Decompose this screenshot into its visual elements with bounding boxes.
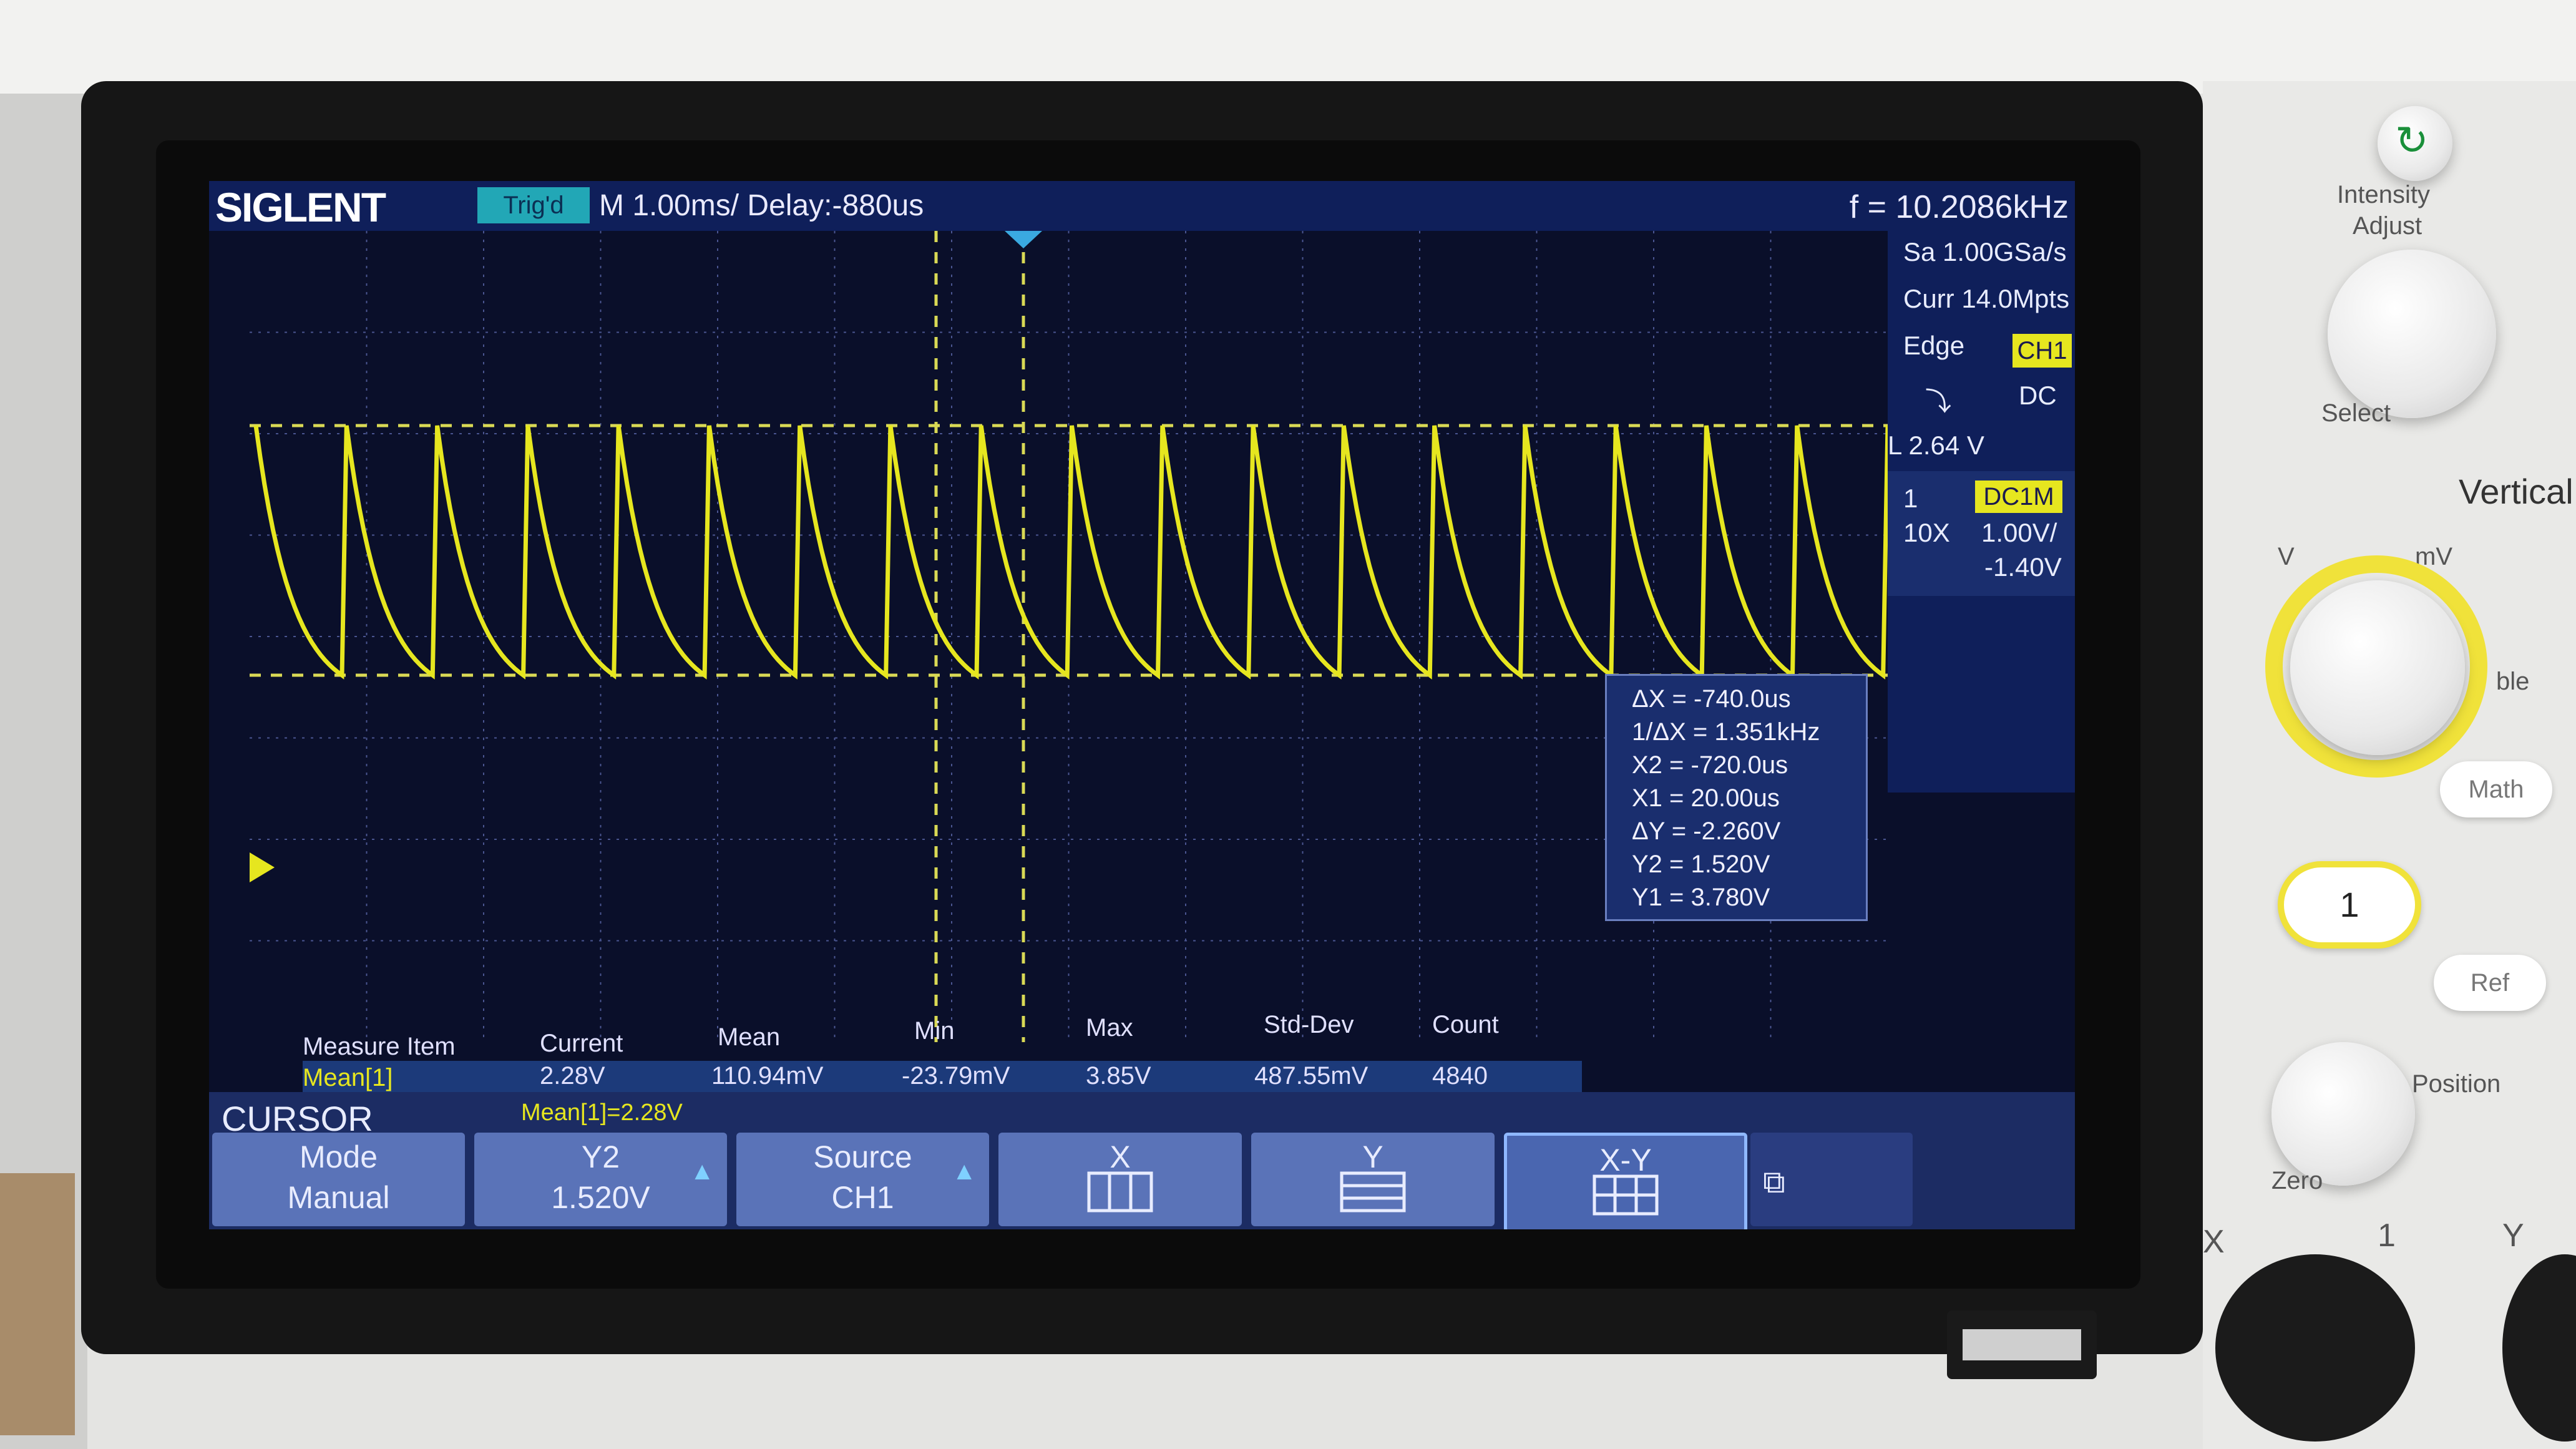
math-button-label: Math <box>2468 776 2524 803</box>
mode-value: Manual <box>287 1180 390 1215</box>
channel-offset: -1.40V <box>1984 552 2062 582</box>
mode-label: Mode <box>299 1139 378 1174</box>
usb-port[interactable] <box>1947 1310 2097 1379</box>
xy-cursor-icon <box>1593 1174 1659 1216</box>
mode-softkey[interactable]: Mode Manual <box>212 1133 465 1226</box>
vertical-position-knob[interactable] <box>2271 1042 2415 1186</box>
adjust-label: Adjust <box>2353 212 2422 240</box>
measure-item: Mean[1] <box>303 1064 393 1091</box>
network-softkey[interactable]: ⧉ <box>1750 1133 1913 1226</box>
ch1-input-label: 1 <box>2378 1217 2396 1254</box>
ch1-ground-marker[interactable] <box>250 852 275 882</box>
bench-background <box>0 0 2576 94</box>
ref-button[interactable]: Ref <box>2434 955 2546 1011</box>
cursor-x2: X2 = -720.0us <box>1632 751 1788 779</box>
position-label: Position <box>2412 1070 2501 1098</box>
cursor-delta-y: ΔY = -2.260V <box>1632 817 1781 845</box>
measure-header-count: Count <box>1432 1011 1499 1038</box>
cursor-readout-panel: ΔX = -740.0us 1/ΔX = 1.351kHz X2 = -720.… <box>1605 674 1868 921</box>
timebase-readout: M 1.00ms/ Delay:-880us <box>599 189 924 222</box>
measure-header-max: Max <box>1086 1014 1133 1042</box>
y-input-label: Y <box>2502 1217 2524 1254</box>
trigger-status-badge: Trig'd <box>477 187 590 223</box>
ref-button-label: Ref <box>2470 969 2510 997</box>
select-label: Select <box>2321 399 2391 427</box>
brand-logo: SIGLENT <box>215 184 386 230</box>
vertical-scale-knob[interactable] <box>2290 580 2465 755</box>
math-button[interactable]: Math <box>2440 761 2552 817</box>
ch1-button-label: 1 <box>2339 885 2359 924</box>
cursor-y2: Y2 = 1.520V <box>1632 851 1770 878</box>
y2-value: 1.520V <box>551 1180 650 1215</box>
intensity-adjust-knob[interactable]: ↻ <box>2378 106 2452 181</box>
x-cursor-icon <box>1087 1171 1153 1212</box>
bench-wood <box>0 1173 75 1435</box>
ch1-waveform-trace <box>253 425 1888 680</box>
volts-label: V <box>2278 543 2295 570</box>
measure-header-std-dev: Std-Dev <box>1264 1011 1354 1038</box>
intensity-label: Intensity <box>2337 181 2430 208</box>
measure-header-min: Min <box>914 1017 955 1045</box>
trigger-level: L 2.64 V <box>1888 431 1984 460</box>
falling-edge-icon: ⤵ <box>1925 387 1952 416</box>
trigger-coupling: DC <box>2019 381 2057 410</box>
scale-label: ble <box>2496 668 2530 695</box>
measure-header-item: Measure Item <box>303 1033 456 1060</box>
adjust-knob-icon: ▲ <box>690 1158 715 1185</box>
x-cursor-softkey[interactable]: X <box>998 1133 1242 1226</box>
refresh-icon: ↻ <box>2395 118 2429 163</box>
cursor-inverse-delta-x: 1/ΔX = 1.351kHz <box>1632 718 1820 746</box>
mean-tag: Mean[1]=2.28V <box>521 1100 683 1126</box>
usb-port-slot <box>1963 1329 2081 1360</box>
select-knob[interactable] <box>2328 250 2496 418</box>
source-value: CH1 <box>831 1180 894 1215</box>
ch1-bnc-connector[interactable] <box>2215 1254 2415 1442</box>
x-input-label: X <box>2203 1224 2225 1260</box>
cursor-delta-x: ΔX = -740.0us <box>1632 685 1791 713</box>
probe-attenuation: 10X <box>1903 518 1950 547</box>
trigger-position-marker[interactable] <box>1005 231 1042 248</box>
acquisition-sidebar: Sa 1.00GSa/s Curr 14.0Mpts Edge CH1 ⤵ DC… <box>1888 231 2075 793</box>
ch1-button[interactable]: 1 <box>2278 861 2421 949</box>
front-panel-controls: ↻ Intensity Adjust Select Vertical V mV … <box>2203 81 2576 1449</box>
network-icon: ⧉ <box>1763 1164 1785 1199</box>
source-softkey[interactable]: Source CH1 ▲ <box>736 1133 989 1226</box>
channel-number: 1 <box>1903 484 1918 513</box>
frequency-counter: f = 10.2086kHz <box>1849 189 2069 225</box>
oscilloscope-screen: SIGLENT Trig'd M 1.00ms/ Delay:-880us f … <box>209 181 2075 1229</box>
measure-current: 2.28V <box>540 1062 605 1090</box>
adjust-knob-icon: ▲ <box>952 1158 977 1185</box>
trigger-type: Edge <box>1903 331 1965 360</box>
sample-rate: Sa 1.00GSa/s <box>1903 237 2067 266</box>
volts-per-div: 1.00V/ <box>1981 518 2057 547</box>
measure-mean: 110.94mV <box>711 1062 824 1090</box>
zero-label: Zero <box>2271 1167 2323 1194</box>
y-cursor-softkey[interactable]: Y <box>1251 1133 1495 1226</box>
y-cursor-icon <box>1340 1171 1406 1212</box>
cursor-x1: X1 = 20.00us <box>1632 784 1780 812</box>
xy-cursor-softkey[interactable]: X-Y <box>1504 1133 1747 1229</box>
top-status-bar: SIGLENT Trig'd M 1.00ms/ Delay:-880us f … <box>209 181 2075 231</box>
measure-header-mean: Mean <box>718 1023 781 1051</box>
source-label: Source <box>813 1139 912 1174</box>
measure-header-current: Current <box>540 1030 623 1057</box>
memory-depth: Curr 14.0Mpts <box>1903 284 2070 313</box>
channel-coupling-badge: DC1M <box>1975 481 2062 513</box>
measurement-statistics: Measure Item Current Mean Min Max Std-De… <box>303 1011 1582 1092</box>
measure-std-dev: 487.55mV <box>1254 1062 1368 1090</box>
y2-label: Y2 <box>581 1139 620 1174</box>
vertical-section-label: Vertical <box>2459 472 2574 511</box>
cursor-y1: Y1 = 3.780V <box>1632 884 1770 911</box>
measure-min: -23.79mV <box>902 1062 1010 1090</box>
y2-softkey[interactable]: Y2 1.520V ▲ <box>474 1133 727 1226</box>
ch2-bnc-connector[interactable] <box>2502 1254 2576 1442</box>
softkey-menu-bar: CURSOR Mean[1]=2.28V Mode Manual Y2 1.52… <box>209 1092 2075 1229</box>
measure-count: 4840 <box>1432 1062 1488 1090</box>
measure-max: 3.85V <box>1086 1062 1151 1090</box>
trigger-source-badge: CH1 <box>2012 334 2072 368</box>
